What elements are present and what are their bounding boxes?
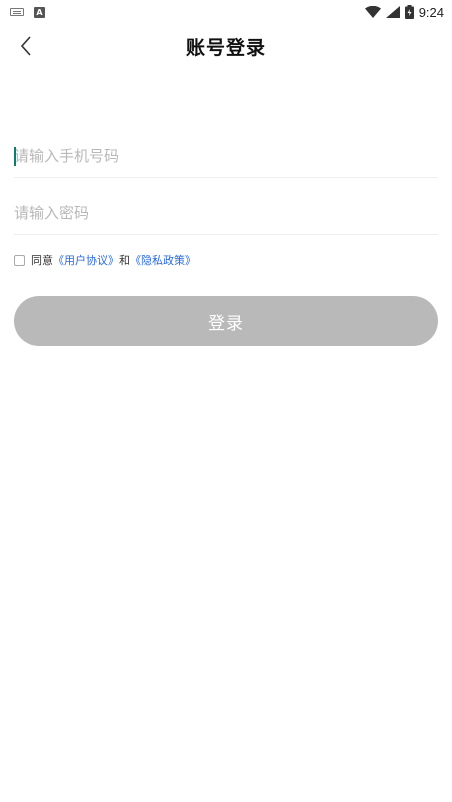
chevron-left-icon bbox=[20, 36, 31, 56]
phone-field bbox=[14, 134, 438, 178]
page-title: 账号登录 bbox=[185, 36, 266, 59]
text-cursor bbox=[14, 147, 16, 166]
clock: 9:24 bbox=[418, 4, 444, 20]
login-button[interactable]: 登录 bbox=[14, 296, 438, 346]
agreement-row: 同意 《用户协议》 和 《隐私政策》 bbox=[14, 252, 196, 268]
app-notification-icon: A bbox=[34, 6, 45, 18]
agreement-checkbox[interactable] bbox=[14, 254, 25, 266]
phone-input[interactable] bbox=[14, 134, 438, 177]
user-agreement-link[interactable]: 《用户协议》 bbox=[53, 252, 119, 268]
privacy-policy-link[interactable]: 《隐私政策》 bbox=[130, 252, 196, 268]
signal-icon bbox=[385, 6, 400, 18]
back-button[interactable] bbox=[14, 34, 38, 58]
agreement-prefix: 同意 bbox=[31, 254, 53, 267]
password-field bbox=[14, 191, 438, 235]
agreement-conjunction: 和 bbox=[119, 254, 130, 267]
battery-icon bbox=[404, 5, 414, 19]
status-bar: A 9:24 bbox=[0, 0, 452, 24]
header: 账号登录 bbox=[0, 24, 452, 68]
password-input[interactable] bbox=[14, 191, 438, 234]
wifi-icon bbox=[364, 6, 381, 18]
keyboard-icon bbox=[10, 8, 24, 16]
